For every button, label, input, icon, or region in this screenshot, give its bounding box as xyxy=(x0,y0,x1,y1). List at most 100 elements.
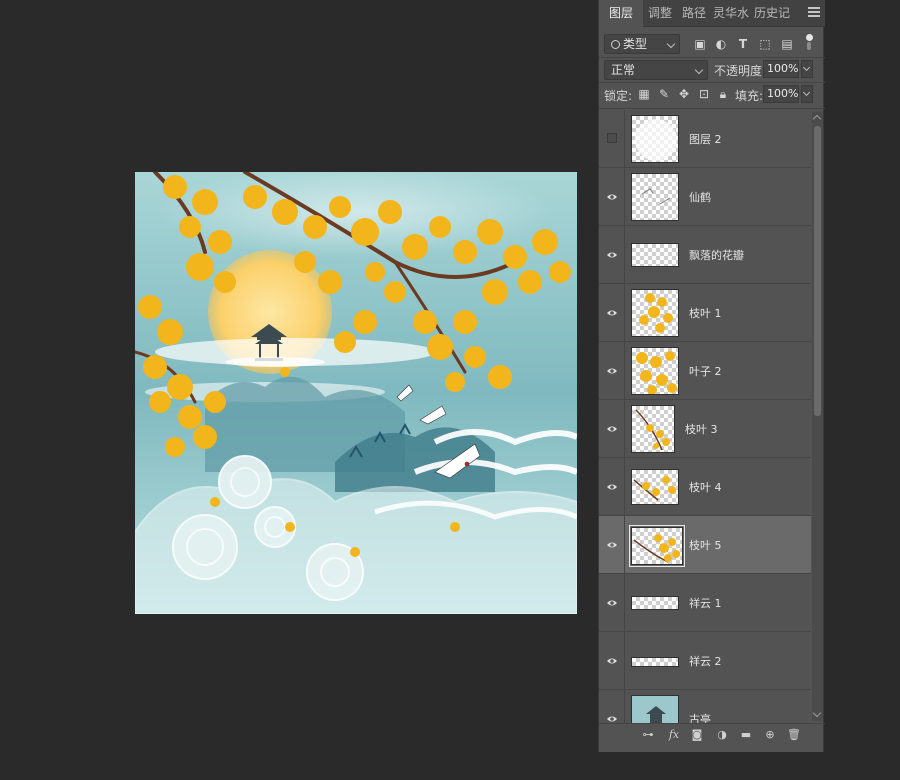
layer-thumbnail xyxy=(631,405,675,453)
lock-label: 锁定: xyxy=(604,89,633,103)
visibility-toggle[interactable] xyxy=(599,516,625,574)
layer-row-selected[interactable]: 枝叶 5 xyxy=(599,516,811,574)
add-mask-icon[interactable]: ◙ xyxy=(690,728,704,742)
layer-thumbnail xyxy=(631,289,679,337)
visibility-toggle[interactable] xyxy=(599,574,625,632)
visibility-toggle[interactable] xyxy=(599,400,625,458)
layer-thumbnail xyxy=(629,525,685,567)
filter-toggle-icon[interactable] xyxy=(804,34,814,50)
search-icon xyxy=(611,40,620,49)
hidden-visibility-box xyxy=(607,133,617,143)
layer-thumbnail xyxy=(631,115,679,163)
visibility-toggle[interactable] xyxy=(599,632,625,690)
adjustment-layer-icon[interactable]: ◑ xyxy=(715,728,729,742)
filter-pixel-icon[interactable]: ▣ xyxy=(693,37,707,51)
layer-row[interactable]: 枝叶 1 xyxy=(599,284,811,342)
layer-name[interactable]: 飘落的花瓣 xyxy=(689,247,744,263)
layer-name[interactable]: 祥云 1 xyxy=(689,595,722,611)
document-canvas[interactable] xyxy=(135,172,577,614)
layer-name[interactable]: 枝叶 4 xyxy=(689,479,722,495)
layer-filter-dropdown[interactable]: 类型 xyxy=(604,34,680,54)
lock-image-pixels-icon[interactable]: ✎ xyxy=(657,87,671,101)
layer-thumbnail xyxy=(631,243,679,267)
eye-icon xyxy=(607,426,617,432)
tab-layers[interactable]: 图层 xyxy=(599,0,643,27)
eye-icon xyxy=(607,368,617,374)
layer-thumbnail xyxy=(631,657,679,667)
scroll-up-icon[interactable] xyxy=(812,114,822,124)
eye-icon xyxy=(607,716,617,722)
visibility-toggle[interactable] xyxy=(599,168,625,226)
blend-mode-dropdown[interactable]: 正常 xyxy=(604,60,708,80)
visibility-toggle[interactable] xyxy=(599,226,625,284)
layer-name[interactable]: 枝叶 1 xyxy=(689,305,722,321)
layer-thumbnail xyxy=(631,347,679,395)
fill-input[interactable]: 100% xyxy=(763,85,799,103)
layer-row[interactable]: 仙鹤 xyxy=(599,168,811,226)
layer-thumbnail xyxy=(631,173,679,221)
delete-layer-trash-icon[interactable]: 🗑︎ xyxy=(787,728,801,742)
lock-artboard-icon[interactable]: ⊡ xyxy=(697,87,711,101)
eye-icon xyxy=(607,542,617,548)
layers-list: 图层 2 仙鹤 飘落的花瓣 枝叶 1 叶子 2 枝叶 3 枝叶 4 枝叶 5 祥… xyxy=(599,110,825,723)
lock-all-icon[interactable]: 🔒︎ xyxy=(716,87,730,101)
new-layer-icon[interactable]: ⊕ xyxy=(763,728,777,742)
link-layers-icon[interactable]: ⊶ xyxy=(641,728,655,742)
visibility-toggle[interactable] xyxy=(599,690,625,723)
artwork xyxy=(135,172,577,614)
eye-icon xyxy=(607,600,617,606)
layer-name[interactable]: 枝叶 3 xyxy=(685,421,718,437)
opacity-input[interactable]: 100% xyxy=(763,60,799,78)
eye-icon xyxy=(607,310,617,316)
layer-row[interactable]: 祥云 1 xyxy=(599,574,811,632)
layer-name[interactable]: 仙鹤 xyxy=(689,189,711,205)
tab-plugin[interactable]: 灵华水 xyxy=(711,0,751,27)
visibility-toggle[interactable] xyxy=(599,110,625,168)
tab-history[interactable]: 历史记 xyxy=(751,0,793,27)
layer-name[interactable]: 叶子 2 xyxy=(689,363,722,379)
visibility-toggle[interactable] xyxy=(599,342,625,400)
fx-layer-style-icon[interactable]: fx xyxy=(667,728,681,742)
layer-name[interactable]: 祥云 2 xyxy=(689,653,722,669)
panel-menu-icon[interactable] xyxy=(808,7,820,19)
visibility-toggle[interactable] xyxy=(599,458,625,516)
panel-tab-bar: 图层 调整 路径 灵华水 历史记 xyxy=(599,0,825,27)
new-group-folder-icon[interactable]: ▬ xyxy=(739,728,753,742)
scroll-down-icon[interactable] xyxy=(812,708,822,718)
layers-panel: 图层 调整 路径 灵华水 历史记 类型 ▣ ◐ T ⬚ ▤ 正常 不透明度: 1… xyxy=(598,0,825,752)
layer-row[interactable]: 叶子 2 xyxy=(599,342,811,400)
layer-row[interactable]: 枝叶 3 xyxy=(599,400,811,458)
layer-thumbnail xyxy=(631,469,679,505)
scrollbar-thumb[interactable] xyxy=(814,126,821,416)
layer-name[interactable]: 枝叶 5 xyxy=(689,537,722,553)
fill-label: 填充: xyxy=(735,89,764,103)
lock-transparent-pixels-icon[interactable]: ▦ xyxy=(637,87,651,101)
opacity-slider-button[interactable] xyxy=(801,60,813,78)
layer-name[interactable]: 图层 2 xyxy=(689,131,722,147)
layer-row[interactable]: 图层 2 xyxy=(599,110,811,168)
lock-position-icon[interactable]: ✥ xyxy=(677,87,691,101)
eye-icon xyxy=(607,252,617,258)
blend-mode-value: 正常 xyxy=(611,63,636,77)
layer-thumbnail xyxy=(631,695,679,723)
opacity-label: 不透明度: xyxy=(714,64,767,78)
layer-name[interactable]: 古亭 xyxy=(689,711,711,723)
eye-icon xyxy=(607,658,617,664)
layer-row[interactable]: 枝叶 4 xyxy=(599,458,811,516)
eye-icon xyxy=(607,194,617,200)
visibility-toggle[interactable] xyxy=(599,284,625,342)
tab-paths[interactable]: 路径 xyxy=(677,0,711,27)
eye-icon xyxy=(607,484,617,490)
filter-smart-object-icon[interactable]: ▤ xyxy=(780,37,794,51)
fill-slider-button[interactable] xyxy=(801,85,813,103)
layer-row[interactable]: 飘落的花瓣 xyxy=(599,226,811,284)
tab-adjustments[interactable]: 调整 xyxy=(643,0,677,27)
filter-shape-icon[interactable]: ⬚ xyxy=(758,37,772,51)
filter-value: 类型 xyxy=(623,37,648,51)
filter-adjustment-icon[interactable]: ◐ xyxy=(714,37,728,51)
layers-scrollbar[interactable] xyxy=(812,112,823,721)
layer-row[interactable]: 古亭 xyxy=(599,690,811,723)
layer-row[interactable]: 祥云 2 xyxy=(599,632,811,690)
filter-type-icon[interactable]: T xyxy=(736,37,750,51)
layer-thumbnail xyxy=(631,596,679,610)
